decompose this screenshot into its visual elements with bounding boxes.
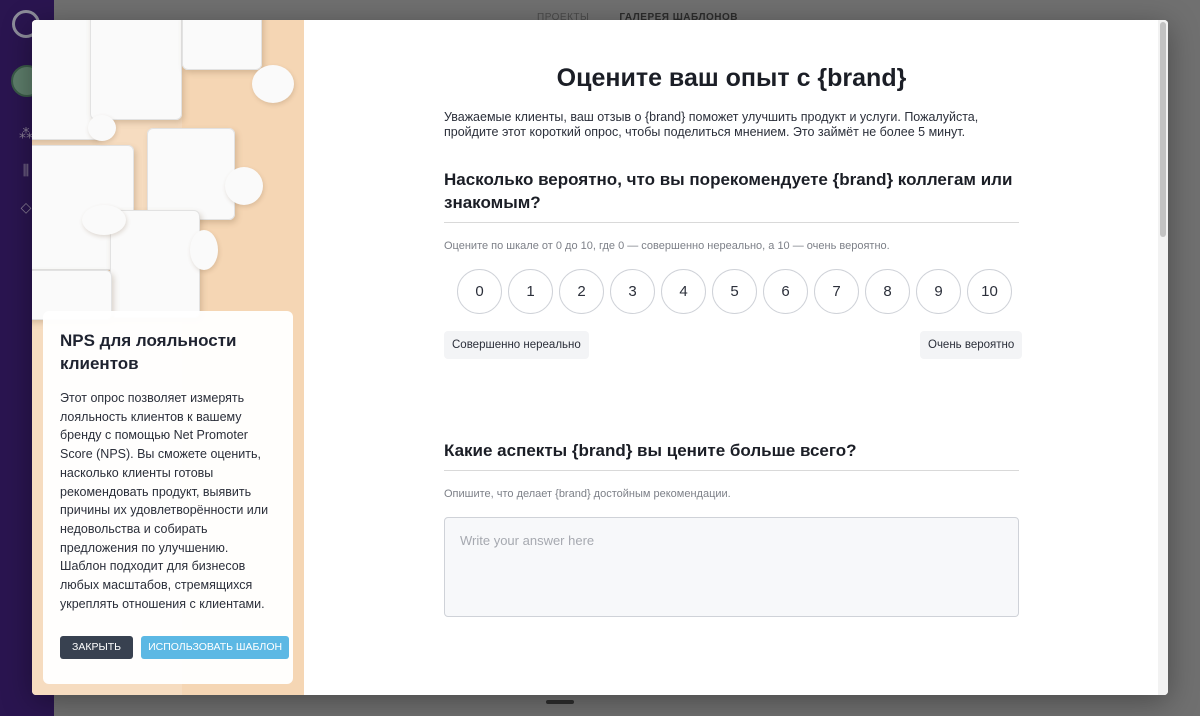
scale-option-3[interactable]: 3 <box>610 269 655 314</box>
scale-option-8[interactable]: 8 <box>865 269 910 314</box>
scale-option-10[interactable]: 10 <box>967 269 1012 314</box>
scale-option-2[interactable]: 2 <box>559 269 604 314</box>
puzzle-piece <box>147 128 235 220</box>
scale-option-4[interactable]: 4 <box>661 269 706 314</box>
scrollbar[interactable] <box>1158 20 1168 695</box>
puzzle-knob <box>225 167 263 205</box>
template-hero-image: NPS для лояльности клиентов Этот опрос п… <box>32 20 304 695</box>
question-2-hint: Опишите, что делает {brand} достойным ре… <box>444 488 731 500</box>
question-2-title: Какие аспекты {brand} вы цените больше в… <box>444 441 857 460</box>
question-1-hint: Оцените по шкале от 0 до 10, где 0 — сов… <box>444 240 890 252</box>
survey-preview: Оцените ваш опыт с {brand} Уважаемые кли… <box>304 20 1168 695</box>
puzzle-piece <box>182 20 262 70</box>
scale-option-1[interactable]: 1 <box>508 269 553 314</box>
template-info-card: NPS для лояльности клиентов Этот опрос п… <box>43 311 293 684</box>
scale-option-9[interactable]: 9 <box>916 269 961 314</box>
close-button[interactable]: ЗАКРЫТЬ <box>60 636 134 659</box>
scale-option-0[interactable]: 0 <box>457 269 502 314</box>
scale-low-label: Совершенно нереально <box>444 331 589 359</box>
use-template-button[interactable]: ИСПОЛЬЗОВАТЬ ШАБЛОН <box>141 636 290 659</box>
scale-option-6[interactable]: 6 <box>763 269 808 314</box>
puzzle-knob <box>88 115 116 141</box>
survey-title: Оцените ваш опыт с {brand} <box>556 64 907 92</box>
question-1-title: Насколько вероятно, что вы порекомендует… <box>444 170 1013 212</box>
puzzle-knob <box>252 65 294 103</box>
scale-option-7[interactable]: 7 <box>814 269 859 314</box>
puzzle-knob <box>82 205 126 235</box>
nps-scale: 0 1 2 3 4 5 6 7 8 9 10 <box>457 269 1012 314</box>
survey-intro: Уважаемые клиенты, ваш отзыв о {brand} п… <box>444 110 979 139</box>
bottom-drag-handle[interactable] <box>546 700 574 704</box>
question-1-divider <box>444 222 1019 223</box>
scale-option-5[interactable]: 5 <box>712 269 757 314</box>
template-preview-modal: NPS для лояльности клиентов Этот опрос п… <box>32 20 1168 695</box>
puzzle-piece <box>90 20 182 120</box>
template-description: Этот опрос позволяет измерять лояльность… <box>60 391 269 611</box>
scale-high-label: Очень вероятно <box>920 331 1023 359</box>
template-actions: ЗАКРЫТЬ ИСПОЛЬЗОВАТЬ ШАБЛОН <box>60 636 290 659</box>
puzzle-knob <box>190 230 218 270</box>
answer-textarea[interactable] <box>444 517 1019 617</box>
question-2-divider <box>444 470 1019 471</box>
scrollbar-thumb[interactable] <box>1160 22 1166 237</box>
template-title: NPS для лояльности клиентов <box>60 331 237 373</box>
